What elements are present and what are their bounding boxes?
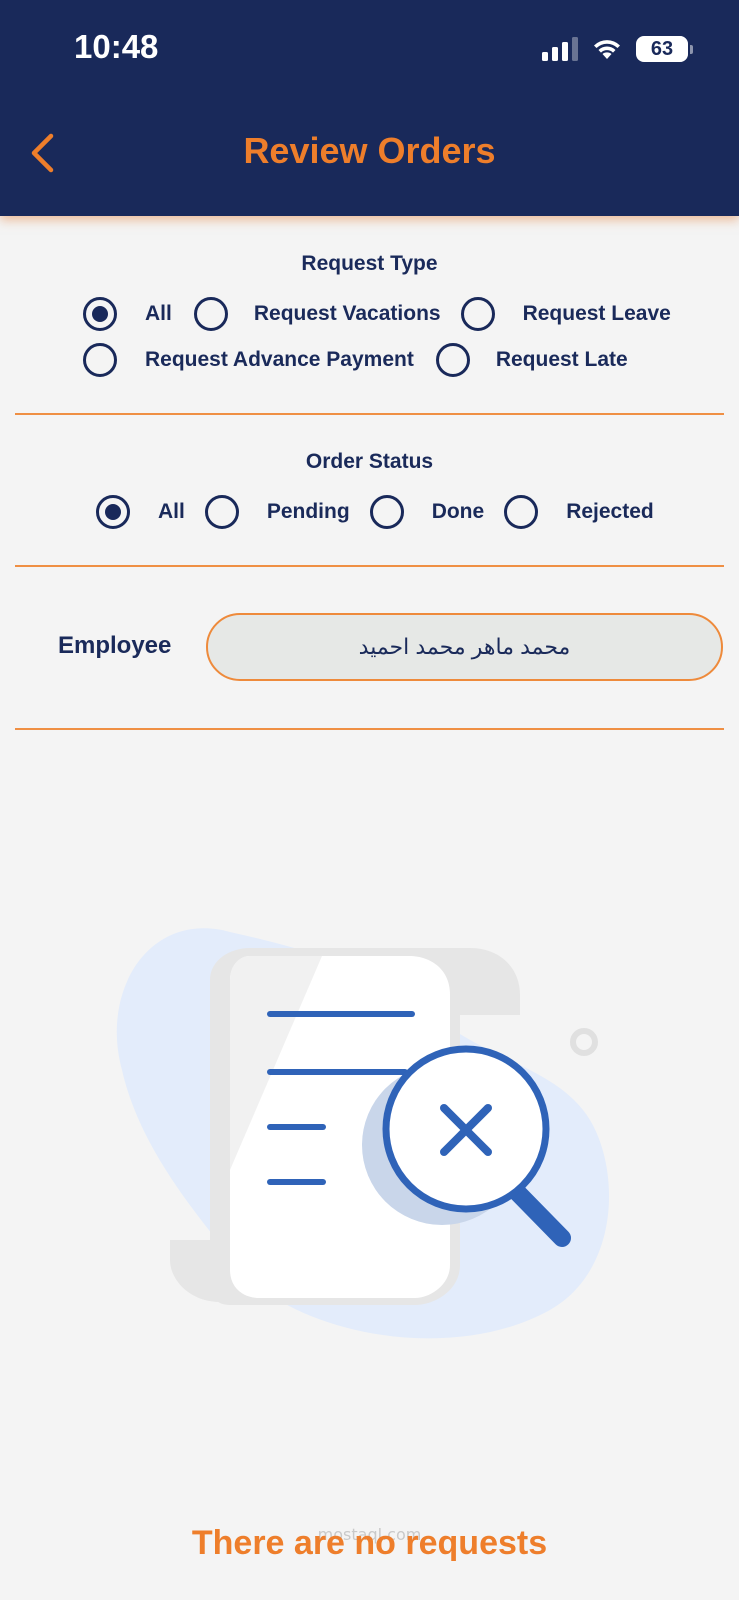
divider	[15, 728, 724, 730]
radio-label: Request Late	[495, 348, 628, 371]
radio-button[interactable]	[204, 495, 239, 529]
request-type-row-2: Request Advance Payment Request Late	[83, 343, 628, 377]
radio-request-vacations[interactable]: Request Vacations	[193, 297, 441, 331]
radio-label: Request Leave	[522, 302, 671, 325]
no-results-document-search-icon	[116, 928, 610, 1339]
radio-button[interactable]	[96, 495, 130, 529]
radio-button[interactable]	[83, 297, 117, 331]
radio-label: Request Advance Payment	[145, 348, 414, 371]
radio-request-leave[interactable]: Request Leave	[460, 297, 671, 331]
battery-level: 63	[650, 37, 674, 60]
order-status-title: Order Status	[305, 450, 434, 473]
employee-label: Employee	[58, 632, 172, 659]
radio-label: All	[145, 302, 172, 325]
radio-label: Rejected	[566, 500, 654, 523]
radio-order-status-done[interactable]: Done	[369, 495, 485, 529]
employee-select-field[interactable]: محمد ماهر محمد احميد	[206, 613, 723, 681]
cellular-signal-icon	[542, 37, 578, 61]
radio-button[interactable]	[504, 495, 539, 529]
divider	[15, 565, 724, 567]
request-type-row-1: All Request Vacations Request Leave	[83, 297, 671, 331]
radio-label: Done	[431, 500, 485, 523]
order-status-row: All Pending Done Rejected	[96, 495, 654, 529]
divider	[15, 413, 724, 415]
radio-button[interactable]	[83, 343, 117, 377]
status-time: 10:48	[74, 28, 159, 65]
radio-order-status-all[interactable]: All	[96, 495, 185, 529]
page-title: Review Orders	[243, 130, 496, 171]
radio-label: All	[158, 500, 185, 523]
radio-request-advance-payment[interactable]: Request Advance Payment	[83, 343, 414, 377]
request-type-title: Request Type	[301, 252, 438, 275]
radio-request-late[interactable]: Request Late	[435, 343, 628, 377]
status-icons: 63	[542, 34, 693, 64]
radio-label: Request Vacations	[253, 302, 441, 325]
wifi-icon	[594, 40, 620, 59]
radio-order-status-pending[interactable]: Pending	[204, 495, 350, 529]
radio-button[interactable]	[460, 297, 495, 331]
radio-button[interactable]	[369, 495, 404, 529]
radio-button[interactable]	[193, 297, 228, 331]
battery-icon: 63	[636, 36, 693, 62]
empty-state-message: There are no requests	[191, 1524, 548, 1562]
radio-order-status-rejected[interactable]: Rejected	[504, 495, 654, 529]
radio-button[interactable]	[435, 343, 470, 377]
app-header: 10:48 63 Review Orders	[0, 0, 739, 216]
radio-request-type-all[interactable]: All	[83, 297, 172, 331]
radio-label: Pending	[266, 500, 350, 523]
